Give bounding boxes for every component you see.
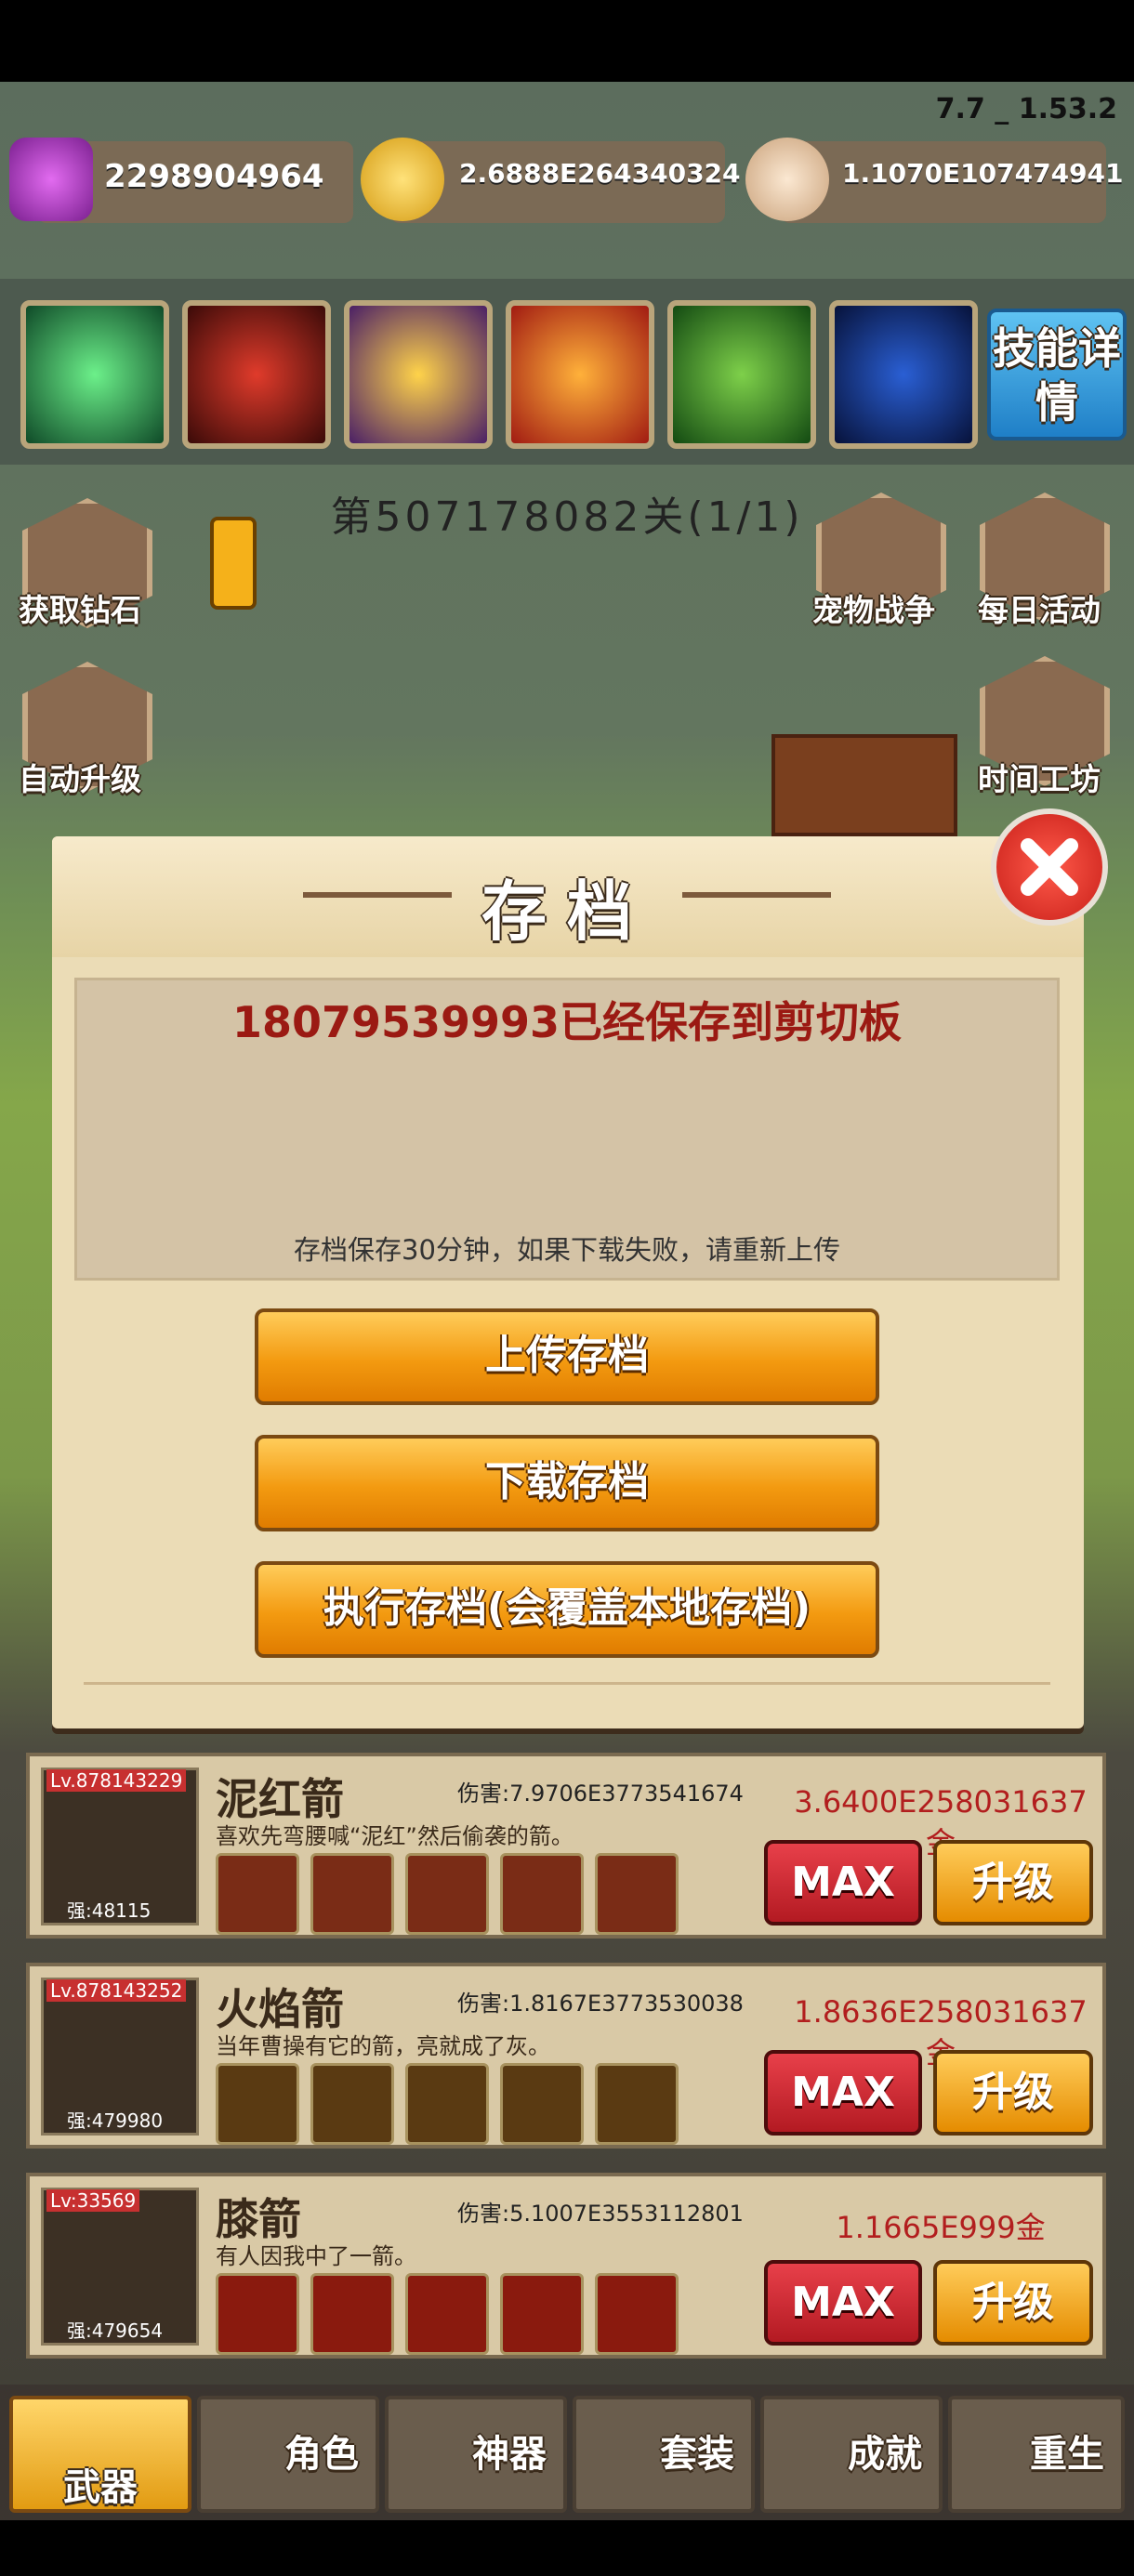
enchant-slot[interactable] — [595, 1853, 679, 1935]
stage-label: 第507178082关(1/1) — [330, 493, 804, 541]
enchant-slot[interactable] — [310, 1853, 394, 1935]
weapon-level: Lv.878143252 — [46, 1979, 187, 2002]
nav-outfit-tab[interactable]: 套装 — [573, 2396, 755, 2513]
weapon-level: Lv.878143229 — [46, 1769, 187, 1792]
upgrade-cost: 1.1665E999金 — [836, 2210, 1046, 2245]
nav-artifact-tab[interactable]: 神器 — [385, 2396, 567, 2513]
enchant-slot[interactable] — [216, 2273, 299, 2355]
enchant-slot[interactable] — [405, 1853, 489, 1935]
skull-value: 1.1070E107474941 — [842, 158, 1124, 189]
status-bar — [0, 0, 1134, 82]
weapon-strength: 强:48115 — [67, 1899, 152, 1922]
upgrade-button[interactable]: 升级 — [933, 1840, 1093, 1925]
enchant-slot[interactable] — [310, 2063, 394, 2145]
execute-save-button[interactable]: 执行存档(会覆盖本地存档) — [255, 1561, 879, 1658]
weapon-description: 喜欢先弯腰喊“泥红”然后偷袭的箭。 — [216, 1823, 574, 1849]
weapon-description: 有人因我中了一箭。 — [216, 2243, 416, 2269]
pet-battle-label[interactable]: 宠物战争 — [812, 585, 935, 630]
enchant-slot[interactable] — [405, 2063, 489, 2145]
weapon-row: Lv:33569 强:479654 膝箭 伤害:5.1007E355311280… — [26, 2173, 1106, 2359]
enchant-slot[interactable] — [405, 2273, 489, 2355]
weapon-strength: 强:479980 — [67, 2109, 164, 2132]
skull-icon — [745, 138, 829, 221]
enchant-slot[interactable] — [595, 2273, 679, 2355]
weapon-description: 当年曹操有它的箭，亮就成了灰。 — [216, 2033, 550, 2059]
dialog-title: 存档 — [481, 874, 653, 950]
weapon-damage: 伤害:7.9706E3773541674 — [457, 1781, 744, 1807]
get-gems-label[interactable]: 获取钻石 — [19, 585, 141, 630]
skill-burst-icon[interactable] — [506, 300, 654, 449]
version-label: 7.7 _ 1.53.2 — [935, 93, 1117, 125]
weapon-row: Lv.878143252 强:479980 火焰箭 伤害:1.8167E3773… — [26, 1963, 1106, 2149]
max-button[interactable]: MAX — [764, 1840, 922, 1925]
skill-arrow-rain-icon[interactable] — [20, 300, 169, 449]
weapon-strength: 强:479654 — [67, 2320, 164, 2342]
alert-icon[interactable] — [210, 517, 257, 610]
gold-value: 2.6888E264340324 — [459, 158, 741, 189]
close-button[interactable] — [991, 808, 1108, 926]
dialog-divider — [84, 1682, 1050, 1685]
nav-weapon-tab[interactable]: 武器 — [9, 2396, 191, 2513]
upgrade-button[interactable]: 升级 — [933, 2050, 1093, 2136]
enchant-slot[interactable] — [310, 2273, 394, 2355]
daily-event-label[interactable]: 每日活动 — [978, 585, 1101, 630]
upgrade-button[interactable]: 升级 — [933, 2260, 1093, 2346]
skill-detail-button[interactable]: 技能详情 — [987, 309, 1127, 440]
max-button[interactable]: MAX — [764, 2050, 922, 2136]
nav-achievement-tab[interactable]: 成就 — [760, 2396, 943, 2513]
clipboard-message: 18079539993已经保存到剪切板 — [231, 997, 903, 1047]
gold-coin-icon — [361, 138, 444, 221]
enchant-slot[interactable] — [216, 2063, 299, 2145]
save-note: 存档保存30分钟，如果下载失败，请重新上传 — [294, 1234, 840, 1266]
enchant-slot[interactable] — [500, 2063, 584, 2145]
skill-bow-icon[interactable] — [667, 300, 816, 449]
wooden-fence-icon — [771, 734, 957, 836]
download-save-button[interactable]: 下载存档 — [255, 1435, 879, 1531]
upload-save-button[interactable]: 上传存档 — [255, 1308, 879, 1405]
enchant-slot[interactable] — [595, 2063, 679, 2145]
enchant-slot[interactable] — [216, 1853, 299, 1935]
skill-slash-icon[interactable] — [182, 300, 331, 449]
time-workshop-label[interactable]: 时间工坊 — [978, 755, 1101, 799]
nav-rebirth-tab[interactable]: 重生 — [948, 2396, 1125, 2513]
gem-value: 2298904964 — [104, 158, 324, 195]
enchant-slot[interactable] — [500, 1853, 584, 1935]
nav-role-tab[interactable]: 角色 — [197, 2396, 379, 2513]
weapon-damage: 伤害:5.1007E3553112801 — [457, 2201, 744, 2227]
weapon-damage: 伤害:1.8167E3773530038 — [457, 1991, 744, 2017]
close-icon — [1021, 838, 1078, 896]
skill-stars-icon[interactable] — [344, 300, 493, 449]
weapon-row: Lv.878143229 强:48115 泥红箭 伤害:7.9706E37735… — [26, 1753, 1106, 1939]
max-button[interactable]: MAX — [764, 2260, 922, 2346]
skill-clock-icon[interactable] — [829, 300, 978, 449]
weapon-level: Lv:33569 — [46, 2189, 140, 2212]
enchant-slot[interactable] — [500, 2273, 584, 2355]
auto-upgrade-label[interactable]: 自动升级 — [19, 755, 141, 799]
gem-icon — [9, 138, 93, 221]
